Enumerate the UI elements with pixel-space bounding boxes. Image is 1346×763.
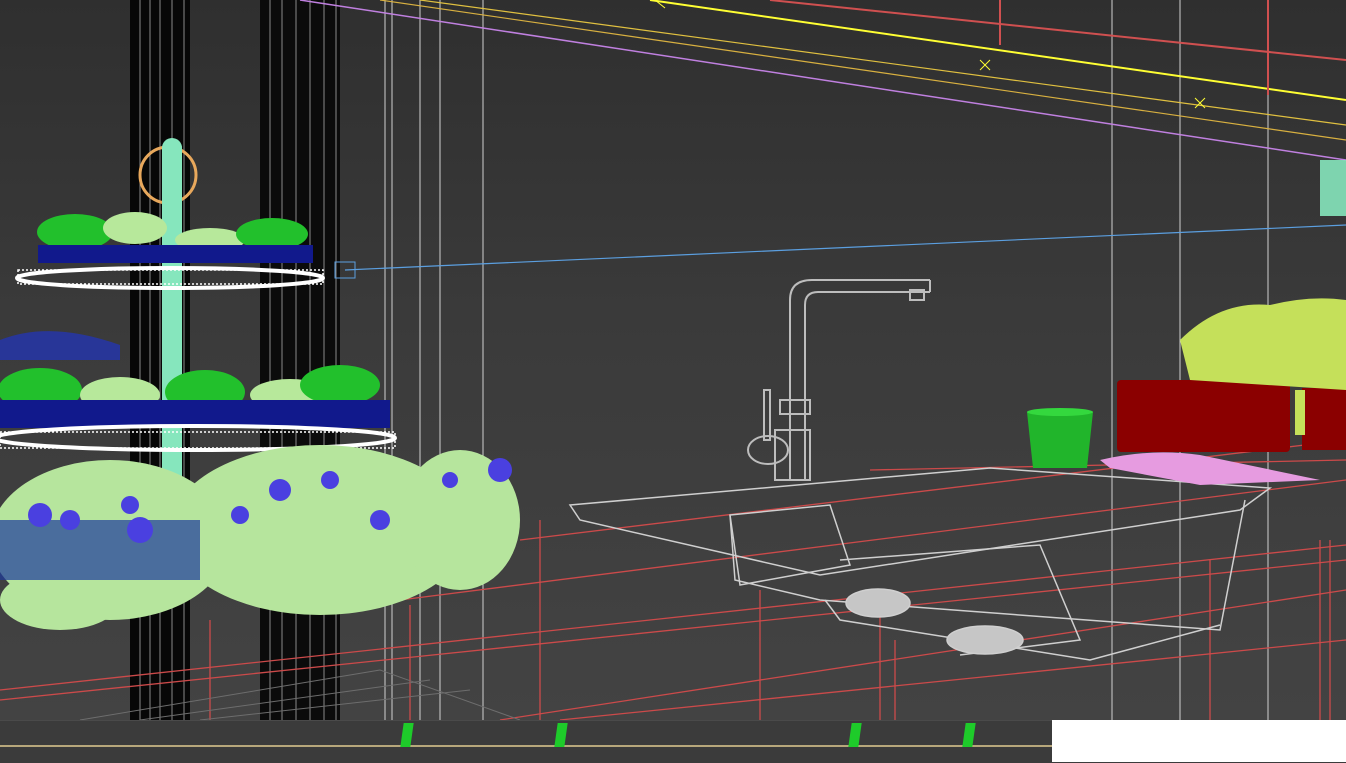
wall-fixture[interactable] [1320, 160, 1346, 216]
timeline-key-marker[interactable] [962, 723, 976, 747]
faucet[interactable] [747, 279, 931, 481]
blank-panel [1052, 720, 1346, 762]
flower-arrangement[interactable] [0, 445, 520, 630]
cup[interactable] [1027, 408, 1093, 468]
ceiling-beams [299, 0, 1346, 161]
timeline-key-marker[interactable] [400, 723, 414, 747]
timeline-key-marker[interactable] [554, 723, 568, 747]
guide-line [344, 224, 1346, 271]
drain [845, 588, 911, 618]
cutting-board[interactable] [1117, 380, 1346, 452]
viewport-wireframe[interactable] [0, 0, 1346, 762]
towel[interactable] [1100, 452, 1320, 485]
timeline-key-marker[interactable] [848, 723, 862, 747]
stand-pole [162, 140, 182, 500]
scene-render [0, 0, 1346, 721]
timeline-track[interactable] [0, 745, 1052, 747]
